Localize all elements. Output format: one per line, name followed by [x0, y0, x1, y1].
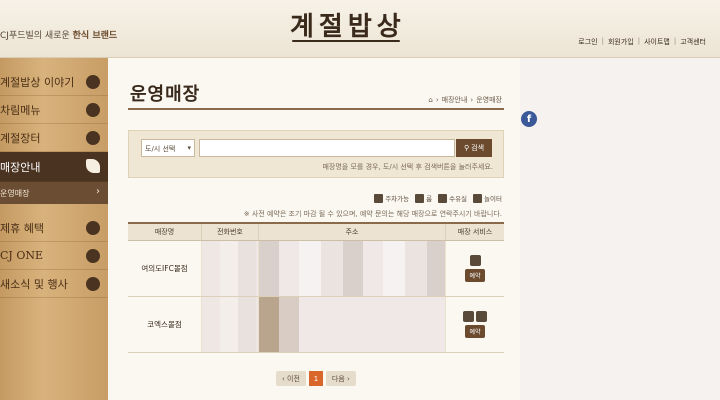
chestnut-icon: [86, 277, 100, 291]
sidebar-item-label: 매장안내: [0, 160, 41, 174]
playground-icon: [473, 193, 483, 203]
seed-icon: [86, 221, 100, 235]
reserve-button[interactable]: 예약: [465, 325, 485, 338]
table-row: 여의도IFC몰점 예약: [128, 241, 504, 297]
sidebar-item-label: 새소식 및 행사: [0, 277, 68, 291]
search-hint: 매장명을 모를 경우, 도/시 선택 후 검색버튼을 눌러주세요.: [322, 163, 493, 171]
legend-label: 수유실: [449, 195, 468, 203]
redacted-phone: [202, 241, 258, 296]
title-divider: [128, 108, 504, 110]
region-select[interactable]: 도/시 선택 ▾: [141, 139, 195, 157]
sidebar-item-label: 제휴 혜택: [0, 221, 44, 235]
sidebar-item-market[interactable]: 계절장터: [0, 124, 108, 152]
breadcrumb-current: 운영매장: [476, 96, 502, 104]
prev-label: 이전: [287, 374, 300, 383]
room-icon: [415, 193, 425, 203]
sidebar-item-cjone[interactable]: CJ ONE: [0, 242, 108, 270]
sidebar-subitem-label: 운영매장: [0, 188, 30, 198]
brand-tagline-bold: 한식 브랜드: [72, 31, 118, 41]
main-content: 운영매장 ⌂ › 매장안내 › 운영매장 도/시 선택 ▾ ⚲ 검색 매장명을 모를…: [108, 58, 520, 400]
reserve-button[interactable]: 예약: [465, 269, 485, 282]
brand-tagline-prefix: CJ푸드빌의 새로운: [0, 31, 70, 41]
redacted-address: [259, 241, 445, 296]
radish-icon: [86, 159, 100, 173]
chevron-down-icon: ▾: [187, 144, 191, 152]
room-icon: [476, 311, 487, 322]
store-name[interactable]: 여의도IFC몰점: [128, 241, 202, 296]
next-page-button[interactable]: 다음 ›: [325, 371, 356, 386]
login-link[interactable]: 로그인: [578, 37, 597, 47]
facebook-icon[interactable]: f: [521, 111, 537, 127]
redacted-address: [259, 297, 445, 352]
sidebar-item-stores[interactable]: 매장안내: [0, 152, 108, 182]
top-nav: 로그인 | 회원가입 | 사이트맵 | 고객센터: [578, 37, 706, 47]
sidebar-item-benefits[interactable]: 제휴 혜택: [0, 214, 108, 242]
address-cell: [259, 297, 446, 352]
search-icon: ⚲: [463, 144, 470, 152]
store-table: 매장명 전화번호 주소 매장 서비스 여의도IFC몰점 예약 코엑스몰점 예약: [128, 222, 504, 353]
column-header: 전화번호: [202, 224, 259, 240]
sidebar-item-label: CJ ONE: [0, 249, 43, 262]
sidebar: 계절밥상 이야기 차림메뉴 계절장터 매장안내 운영매장 › 제휴 혜택 CJ …: [0, 58, 108, 400]
legend-label: 주차가능: [385, 195, 410, 203]
search-button-label: 검색: [471, 144, 485, 152]
sidebar-item-label: 계절밥상 이야기: [0, 75, 75, 89]
phone-cell: [202, 297, 259, 352]
sidebar-item-label: 계절장터: [0, 131, 41, 145]
breadcrumb: ⌂ › 매장안내 › 운영매장: [428, 95, 502, 105]
page-title: 운영매장: [130, 84, 201, 105]
right-gutter: [520, 58, 720, 400]
next-label: 다음: [331, 374, 345, 383]
column-header: 주소: [259, 224, 446, 240]
breadcrumb-item[interactable]: 매장안내: [442, 95, 468, 105]
sitemap-link[interactable]: 사이트맵: [644, 37, 670, 47]
parking-icon: [463, 311, 474, 322]
grain-icon: [86, 249, 100, 263]
vegetable-icon: [86, 131, 100, 145]
store-search-input[interactable]: [199, 139, 455, 157]
service-cell: 예약: [446, 241, 504, 296]
sidebar-subitem-operating-stores[interactable]: 운영매장 ›: [0, 182, 108, 204]
column-header: 매장명: [128, 224, 202, 240]
store-search-panel: 도/시 선택 ▾ ⚲ 검색 매장명을 모를 경우, 도/시 선택 후 검색버튼을…: [128, 130, 504, 178]
table-header: 매장명 전화번호 주소 매장 서비스: [128, 222, 504, 241]
site-logo[interactable]: 계절밥상: [290, 6, 406, 43]
sidebar-item-story[interactable]: 계절밥상 이야기: [0, 68, 108, 96]
reservation-notice: ※ 사전 예약은 조기 마감 될 수 있으며, 예약 문의는 해당 매장으로 연…: [243, 210, 502, 218]
home-icon[interactable]: ⌂: [428, 96, 432, 104]
bowl-icon: [86, 75, 100, 89]
customer-center-link[interactable]: 고객센터: [680, 37, 706, 47]
table-row: 코엑스몰점 예약: [128, 297, 504, 353]
sidebar-item-menu[interactable]: 차림메뉴: [0, 96, 108, 124]
site-header: CJ푸드빌의 새로운 한식 브랜드 계절밥상 로그인 | 회원가입 | 사이트맵 | …: [0, 0, 720, 58]
phone-cell: [202, 241, 259, 296]
store-name[interactable]: 코엑스몰점: [128, 297, 202, 352]
logo-underline: [292, 40, 400, 42]
prev-page-button[interactable]: ‹ 이전: [276, 371, 306, 386]
nursing-room-icon: [438, 193, 448, 203]
sidebar-item-label: 차림메뉴: [0, 103, 41, 117]
legend-label: 놀이터: [484, 195, 502, 203]
parking-icon: [374, 193, 384, 203]
service-legend: 주차가능 룸 수유실 놀이터: [374, 193, 502, 203]
search-button[interactable]: ⚲ 검색: [456, 139, 492, 157]
chevron-right-icon: ›: [96, 186, 100, 197]
brand-tagline: CJ푸드빌의 새로운 한식 브랜드: [0, 28, 117, 41]
address-cell: [259, 241, 446, 296]
redacted-phone: [202, 297, 258, 352]
legend-label: 룸: [426, 195, 433, 203]
parking-icon: [469, 255, 481, 266]
signup-link[interactable]: 회원가입: [608, 37, 634, 47]
column-header: 매장 서비스: [457, 228, 493, 236]
sidebar-item-news[interactable]: 새소식 및 행사: [0, 270, 108, 298]
leaf-icon: [86, 103, 100, 117]
current-page[interactable]: 1: [308, 371, 323, 386]
region-select-value: 도/시 선택: [145, 145, 176, 153]
pagination: ‹ 이전 1 다음 ›: [276, 371, 356, 386]
service-cell: 예약: [446, 297, 504, 352]
